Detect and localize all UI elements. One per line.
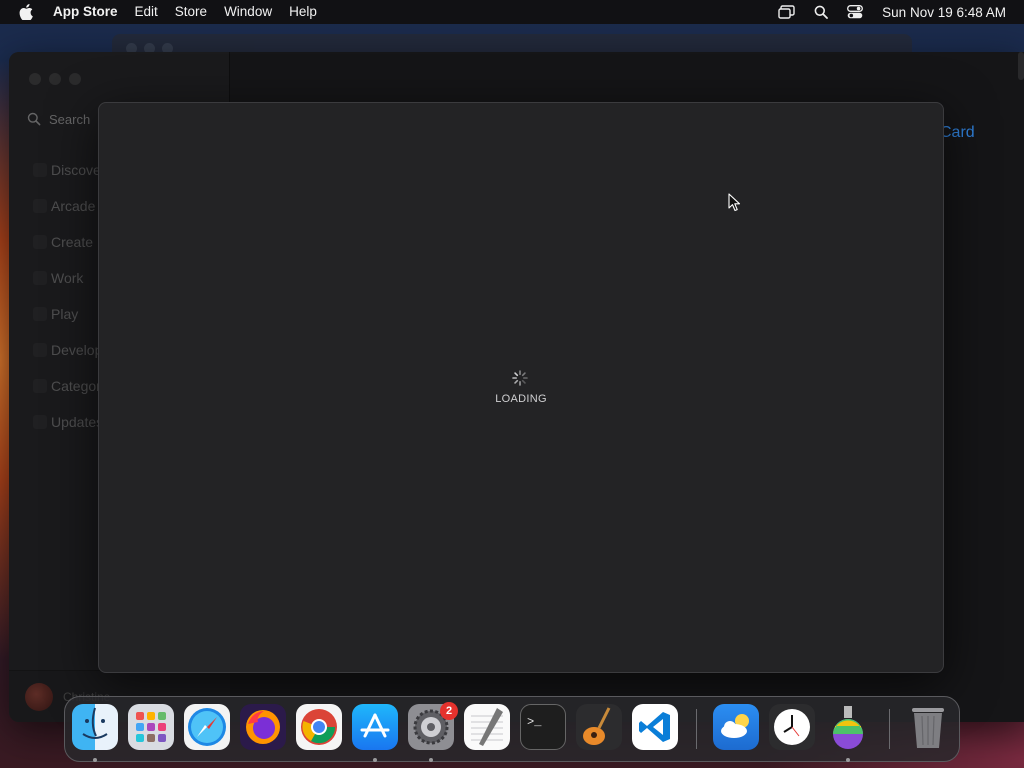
safari-icon[interactable] (184, 704, 230, 750)
app-store-running-indicator (373, 758, 377, 762)
clock-icon[interactable] (769, 704, 815, 750)
textedit-icon[interactable] (464, 704, 510, 750)
chrome-icon[interactable] (296, 704, 342, 750)
menu-window[interactable]: Window (216, 0, 281, 24)
dock-separator (889, 709, 890, 749)
garageband-icon[interactable] (576, 704, 622, 750)
redeem-gift-card-link[interactable]: Card (940, 124, 975, 142)
automator-icon[interactable] (825, 704, 871, 750)
terminal-icon[interactable]: >_ (520, 704, 566, 750)
app-store-icon[interactable] (352, 704, 398, 750)
control-center-icon[interactable] (838, 0, 872, 24)
system-settings-running-indicator (429, 758, 433, 762)
automator-running-indicator (846, 758, 850, 762)
loading-spinner-icon (512, 370, 528, 386)
menu-app-name[interactable]: App Store (52, 0, 126, 24)
weather-icon[interactable] (713, 704, 759, 750)
screen-mirroring-icon[interactable] (770, 0, 804, 24)
dock: >_ (64, 696, 960, 762)
launchpad-icon[interactable] (128, 704, 174, 750)
trash-icon[interactable] (905, 704, 951, 750)
firefox-icon[interactable] (240, 704, 286, 750)
menu-edit[interactable]: Edit (126, 0, 166, 24)
vscode-icon[interactable] (632, 704, 678, 750)
menu-bar-clock[interactable]: Sun Nov 19 6:48 AM (872, 5, 1006, 20)
mouse-pointer-icon (728, 193, 741, 212)
menu-bar: App Store Edit Store Window Help Sun Nov… (0, 0, 1024, 24)
finder-icon[interactable] (72, 704, 118, 750)
spotlight-search-icon[interactable] (804, 0, 838, 24)
finder-running-indicator (93, 758, 97, 762)
svg-text:>_: >_ (527, 715, 542, 729)
apple-menu-icon[interactable] (0, 0, 52, 24)
menu-help[interactable]: Help (281, 0, 326, 24)
loading-sheet: LOADING (98, 102, 944, 673)
menu-store[interactable]: Store (166, 0, 215, 24)
system-settings-notification-badge: 2 (440, 702, 458, 720)
loading-label: LOADING (495, 393, 547, 405)
dock-separator (696, 709, 697, 749)
